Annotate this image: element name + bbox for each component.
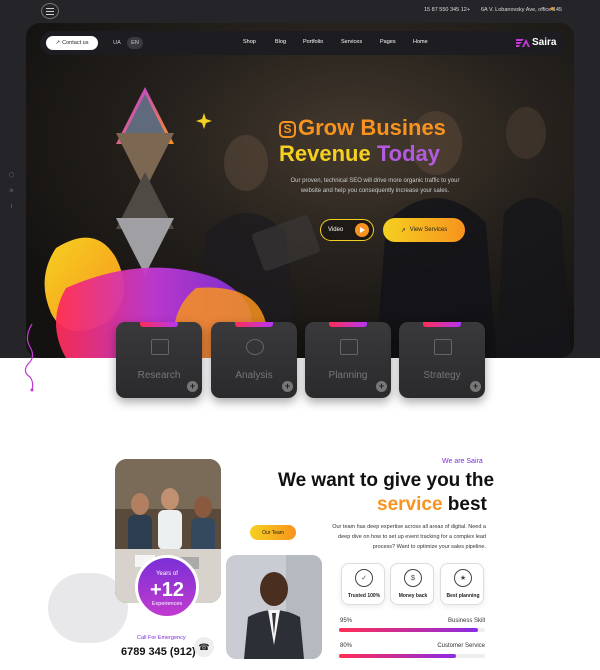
nav-item-home[interactable]: Home	[413, 39, 428, 45]
top-bar: 15 87 550 345 12+ 6A V. Lobanovsky Ave, …	[0, 0, 600, 22]
about-heading-rest: best	[442, 494, 487, 515]
s-badge-icon: S	[279, 121, 296, 138]
experience-suffix: Experiences	[151, 601, 183, 607]
skill-progress-bar	[339, 628, 485, 632]
video-label: Video	[328, 227, 344, 233]
logo-mark-icon	[516, 38, 530, 47]
hero-title-line2a: Revenue	[279, 141, 377, 166]
about-heading-line2: service best	[377, 494, 487, 516]
hero-title-line2b: Today	[376, 141, 440, 166]
logo-text: Saira	[532, 37, 557, 48]
feature-label: Trusted 100%	[347, 593, 381, 599]
hamburger-menu-icon[interactable]	[41, 3, 59, 19]
magnifier-chart-icon	[246, 339, 264, 355]
plus-icon[interactable]: +	[376, 381, 387, 392]
service-card-planning[interactable]: Planning +	[305, 322, 391, 398]
arrow-icon: ↗	[55, 40, 61, 46]
nav-item-portfolio[interactable]: Portfolio	[303, 39, 323, 45]
contact-us-button[interactable]: ↗ Contact us	[46, 36, 98, 50]
experience-prefix: Years of	[156, 571, 178, 577]
call-number[interactable]: 6789 345 (912)	[121, 646, 196, 658]
skill-percent: 80%	[340, 643, 353, 649]
view-services-label: View Services	[409, 227, 448, 233]
page: 15 87 550 345 12+ 6A V. Lobanovsky Ave, …	[0, 0, 600, 670]
skill-name: Business Skill	[447, 618, 485, 624]
about-heading-line1: We want to give you the	[278, 470, 495, 491]
plus-icon[interactable]: +	[282, 381, 293, 392]
language-ua[interactable]: UA	[109, 37, 125, 49]
video-button[interactable]: Video	[320, 219, 374, 241]
service-card-research[interactable]: Research +	[116, 322, 202, 398]
service-card-strategy[interactable]: Strategy +	[399, 322, 485, 398]
nav-item-shop[interactable]: Shop	[243, 39, 256, 45]
arrow-icon: ↗	[400, 227, 406, 234]
service-card-analysis[interactable]: Analysis +	[211, 322, 297, 398]
plus-icon[interactable]: +	[187, 381, 198, 392]
experience-badge: Years of +12 Experiences	[135, 555, 199, 619]
feature-label: Money back	[398, 593, 428, 599]
contact-us-label: Contact us	[62, 40, 89, 46]
main-navbar: ↗ Contact us UA EN Shop Blog Portfolio S…	[40, 31, 565, 55]
skill-progress-bar	[339, 654, 485, 658]
feature-trusted: ✓ Trusted 100%	[341, 563, 385, 605]
nav-item-blog[interactable]: Blog	[275, 39, 286, 45]
our-team-button[interactable]: Our Team	[250, 525, 296, 540]
service-card-label: Analysis	[235, 370, 273, 381]
feature-money-back: $ Money back	[390, 563, 434, 605]
service-card-label: Strategy	[423, 370, 461, 381]
language-en[interactable]: EN	[127, 37, 143, 49]
feature-label: Best planning	[446, 593, 480, 599]
view-services-button[interactable]: ↗ View Services	[383, 218, 465, 242]
service-card-label: Research	[137, 370, 181, 381]
facebook-icon[interactable]: f	[7, 202, 16, 211]
feature-best-planning: ★ Best planning	[440, 563, 484, 605]
squiggle-decoration	[24, 323, 34, 392]
nav-item-pages[interactable]: Pages	[380, 39, 396, 45]
about-paragraph: Our team has deep expertise across all a…	[332, 524, 486, 550]
plus-icon[interactable]: +	[470, 381, 481, 392]
instagram-icon[interactable]: ◯	[7, 170, 16, 179]
trophy-icon: ★	[454, 569, 472, 587]
service-card-label: Planning	[328, 370, 368, 381]
linkedin-icon[interactable]: in	[7, 186, 16, 195]
about-heading-highlight: service	[377, 494, 443, 515]
location-pin-icon: ●	[550, 4, 555, 13]
businessman-photo	[226, 555, 322, 659]
hero-title: S Grow Busines Revenue Today	[279, 115, 446, 167]
skill-percent: 95%	[340, 618, 353, 624]
hero-title-line1: Grow Busines	[298, 115, 446, 140]
presentation-icon	[151, 339, 169, 355]
card-accent-bar	[235, 322, 273, 327]
about-tag: We are Saira	[442, 458, 483, 465]
nav-item-services[interactable]: Services	[341, 39, 362, 45]
card-accent-bar	[329, 322, 367, 327]
play-icon	[355, 223, 369, 237]
skill-progress-fill	[339, 654, 456, 658]
hero-description: Our proven, technical SEO will drive mor…	[290, 178, 460, 194]
pie-chart-icon	[340, 339, 358, 355]
phone-icon[interactable]: ☎	[194, 637, 214, 657]
hand-badge-icon: ✓	[355, 569, 373, 587]
experience-value: +12	[150, 579, 184, 601]
card-accent-bar	[140, 322, 178, 327]
money-hand-icon: $	[404, 569, 422, 587]
line-chart-icon	[434, 339, 452, 355]
skill-name: Customer Service	[437, 643, 485, 649]
call-label: Call For Emergency	[137, 635, 186, 641]
top-phone-number[interactable]: 15 87 550 345 12+	[424, 7, 470, 13]
card-accent-bar	[423, 322, 461, 327]
skill-progress-fill	[339, 628, 478, 632]
logo[interactable]: Saira	[516, 37, 556, 48]
